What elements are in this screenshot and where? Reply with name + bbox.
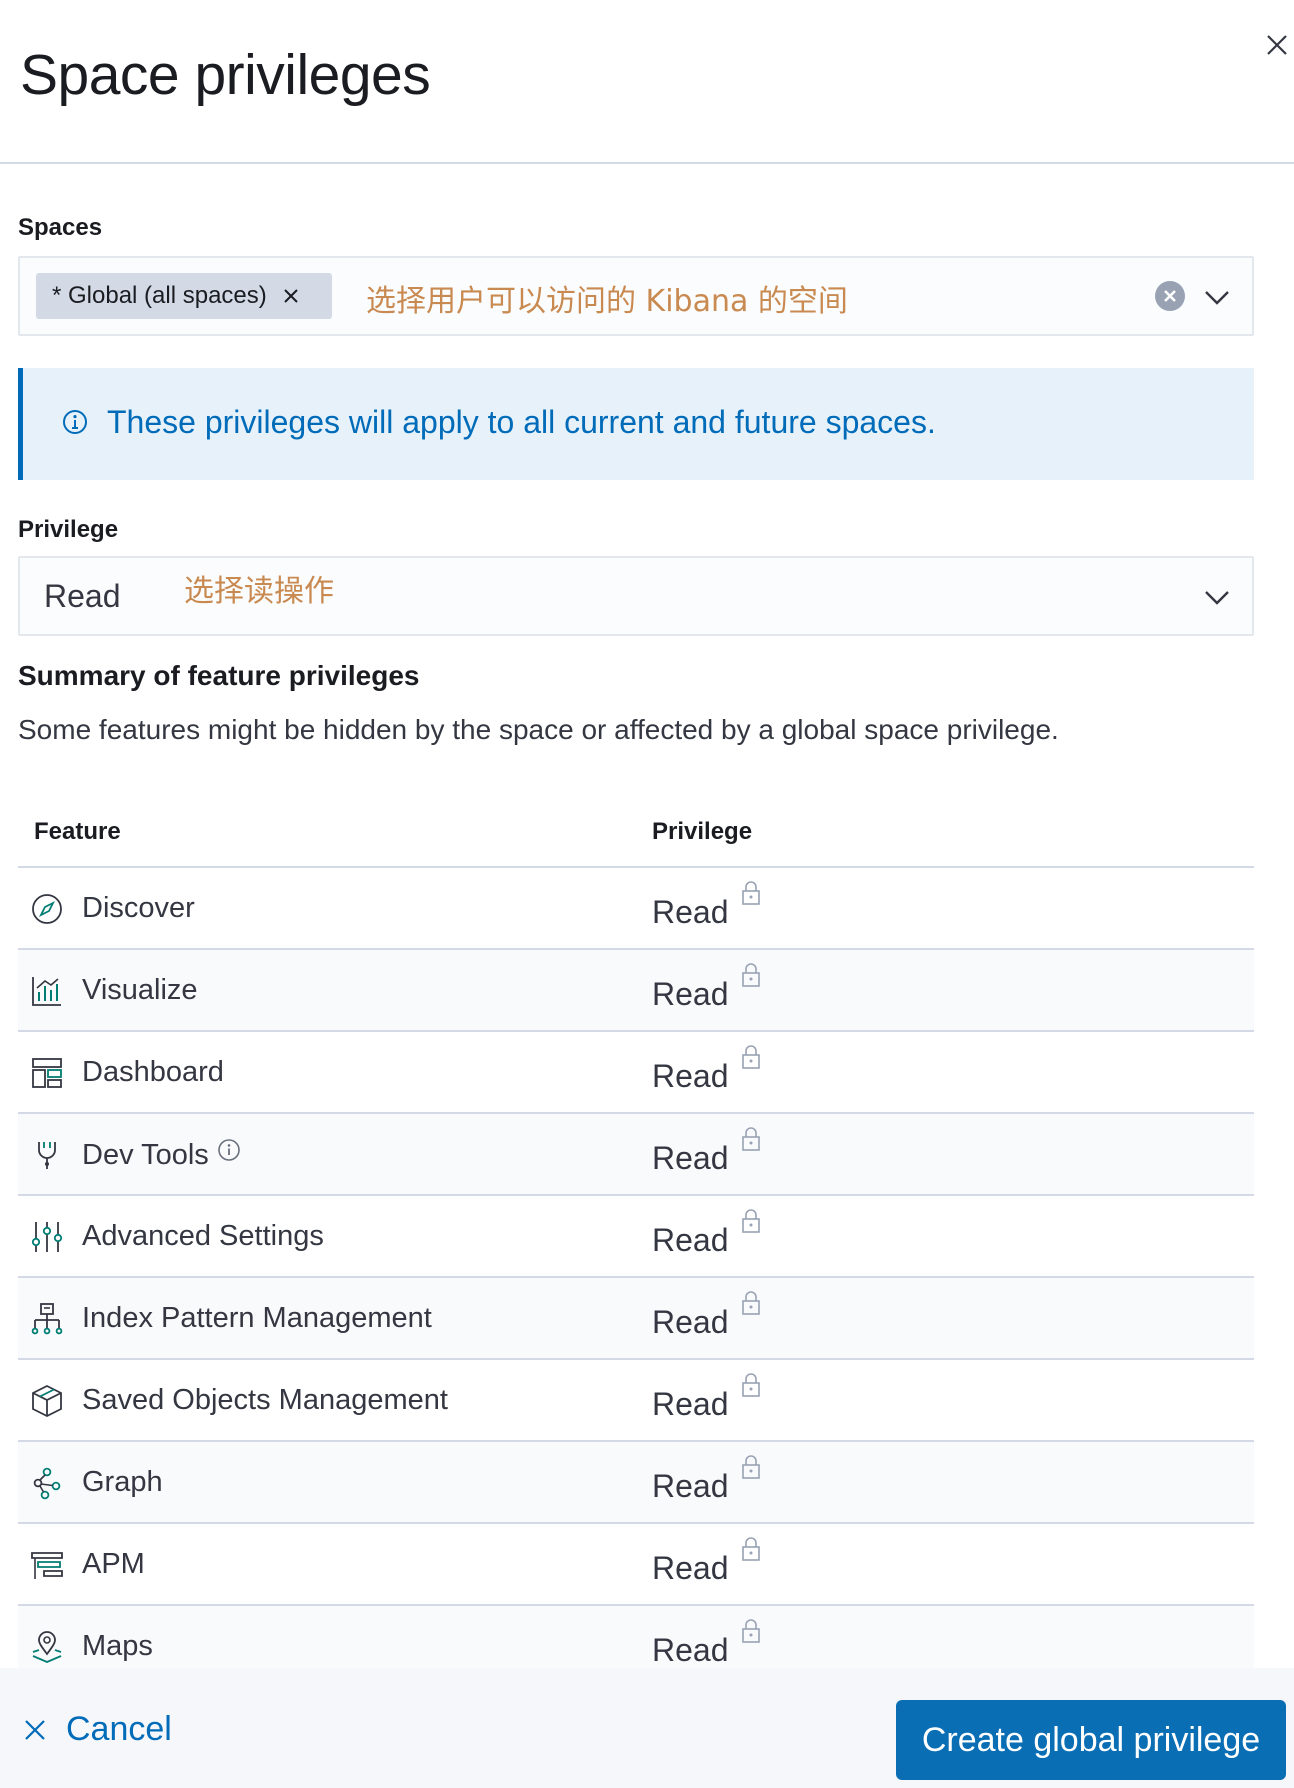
cancel-label: Cancel: [66, 1710, 172, 1748]
privilege-value: Read: [652, 976, 729, 1012]
lock-icon: [742, 881, 760, 905]
dev-tools-icon: [38, 1142, 56, 1169]
apm-icon: [31, 1552, 63, 1579]
close-icon[interactable]: [1262, 30, 1292, 60]
discover-icon: [32, 894, 62, 924]
table-row: Dashboard Read: [18, 1032, 1254, 1114]
table-row: Saved Objects Management Read: [18, 1360, 1254, 1442]
lock-icon: [742, 1209, 760, 1233]
lock-icon: [742, 1045, 760, 1069]
lock-icon: [742, 1455, 760, 1479]
flyout-footer: Cancel Create global privilege: [0, 1668, 1294, 1788]
table-row: Index Pattern Management Read: [18, 1278, 1254, 1360]
privilege-value: Read: [652, 1140, 729, 1176]
maps-icon: [32, 1631, 62, 1663]
lock-icon: [742, 1291, 760, 1315]
privilege-value: Read: [652, 1222, 729, 1258]
flyout-title: Space privileges: [20, 43, 431, 107]
visualize-icon: [32, 977, 61, 1006]
feature-name: Dashboard: [82, 1056, 224, 1088]
column-header-privilege: Privilege: [652, 818, 753, 845]
privilege-value: Read: [652, 1386, 729, 1422]
privilege-value: Read: [44, 578, 121, 614]
privilege-value: Read: [652, 894, 729, 930]
feature-name: Maps: [82, 1630, 153, 1662]
feature-name: Saved Objects Management: [82, 1384, 448, 1416]
index-pattern-icon: [31, 1303, 63, 1335]
info-icon[interactable]: [217, 1138, 241, 1162]
table-row: Visualize Read: [18, 950, 1254, 1032]
space-chip-global[interactable]: * Global (all spaces): [36, 273, 332, 319]
column-header-feature: Feature: [34, 818, 121, 845]
privilege-value: Read: [652, 1058, 729, 1094]
table-row: Dev Tools Read: [18, 1114, 1254, 1196]
lock-icon: [742, 1537, 760, 1561]
privilege-value: Read: [652, 1304, 729, 1340]
dashboard-icon: [32, 1058, 62, 1088]
lock-icon: [742, 1619, 760, 1643]
table-row: Graph Read: [18, 1442, 1254, 1524]
chevron-down-icon[interactable]: [1202, 282, 1232, 312]
privilege-value: Read: [652, 1468, 729, 1504]
summary-description: Some features might be hidden by the spa…: [18, 714, 1059, 745]
advanced-settings-icon: [31, 1222, 63, 1252]
clear-icon[interactable]: [1154, 280, 1186, 312]
lock-icon: [742, 1127, 760, 1151]
table-row: APM Read: [18, 1524, 1254, 1606]
space-chip-label: * Global (all spaces): [52, 282, 267, 309]
lock-icon: [742, 963, 760, 987]
cancel-button[interactable]: Cancel: [22, 1710, 172, 1749]
summary-title: Summary of feature privileges: [18, 660, 420, 691]
feature-name: Graph: [82, 1466, 163, 1498]
spaces-label: Spaces: [18, 214, 103, 241]
chevron-down-icon: [1205, 591, 1229, 605]
feature-name: Visualize: [82, 974, 198, 1006]
close-icon: [25, 1719, 45, 1740]
privilege-select[interactable]: Read 选择读操作: [18, 556, 1254, 636]
flyout-header: Space privileges: [0, 0, 1294, 164]
privilege-annotation: 选择读操作: [184, 574, 334, 609]
feature-name: Dev Tools: [82, 1138, 241, 1172]
table-header: Feature Privilege: [18, 800, 1254, 868]
info-callout: These privileges will apply to all curre…: [18, 368, 1254, 480]
feature-name: APM: [82, 1548, 145, 1580]
feature-name: Advanced Settings: [82, 1220, 324, 1252]
privilege-value: Read: [652, 1550, 729, 1586]
table-row: Advanced Settings Read: [18, 1196, 1254, 1278]
feature-name: Discover: [82, 892, 195, 924]
spaces-annotation: 选择用户可以访问的 Kibana 的空间: [366, 284, 848, 319]
callout-text: These privileges will apply to all curre…: [107, 404, 936, 440]
privilege-label: Privilege: [18, 516, 119, 543]
privilege-value: Read: [652, 1632, 729, 1668]
feature-name-text: Dev Tools: [82, 1139, 209, 1171]
info-icon: [63, 410, 87, 434]
table-row: Discover Read: [18, 868, 1254, 950]
graph-icon: [33, 1467, 61, 1500]
feature-name: Index Pattern Management: [82, 1302, 432, 1334]
chip-remove-icon[interactable]: [281, 286, 301, 306]
saved-objects-icon: [32, 1384, 62, 1418]
create-global-privilege-button[interactable]: Create global privilege: [896, 1700, 1286, 1780]
spaces-combobox[interactable]: * Global (all spaces) 选择用户可以访问的 Kibana 的…: [18, 256, 1254, 336]
lock-icon: [742, 1373, 760, 1397]
feature-privileges-table: Feature Privilege Discover Read Visualiz…: [18, 800, 1254, 1688]
